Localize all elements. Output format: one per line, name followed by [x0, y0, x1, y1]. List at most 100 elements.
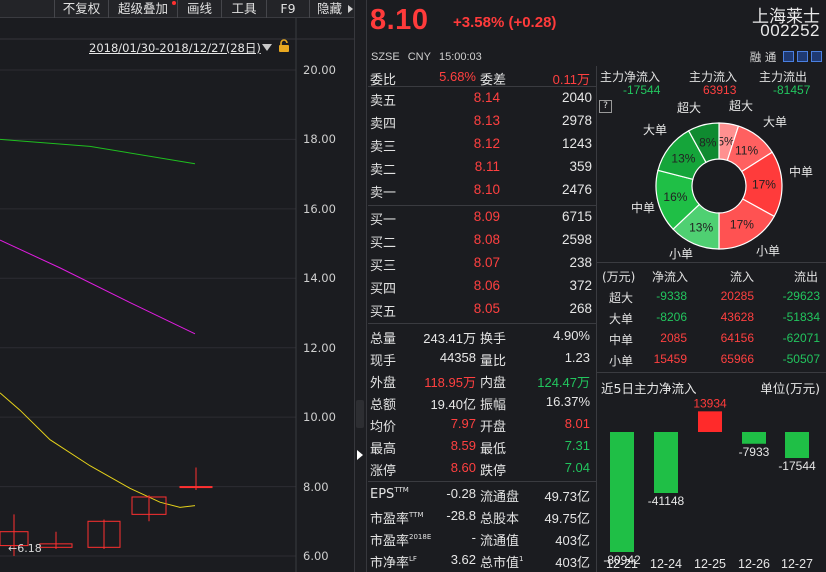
y-tick-label: 20.00	[303, 63, 336, 77]
toolbar-button-4[interactable]: F9	[266, 0, 309, 18]
ask-volume: 2476	[561, 182, 592, 197]
fundamental-value: 3.62	[450, 552, 476, 567]
quote-meta: SZSE CNY 15:00:03	[371, 51, 490, 63]
bid-price: 8.08	[473, 232, 500, 247]
net-inflow-bar	[785, 432, 809, 459]
bid-label: 买四	[370, 282, 397, 297]
quote-header: 8.10 +3.58% (+0.28) 上海莱士 002252 SZSE CNY 1…	[368, 0, 826, 66]
fundamental-value: -0.28	[446, 486, 476, 501]
notification-dot	[172, 1, 176, 5]
arrow-right-icon	[348, 5, 353, 13]
stat-value: 124.47万	[537, 375, 590, 390]
ask-label: 卖三	[370, 140, 397, 155]
ask-label: 卖二	[370, 163, 397, 178]
ma-line-magenta	[0, 239, 196, 335]
add-icon[interactable]	[811, 51, 822, 62]
fundamental-value: 403亿	[555, 555, 590, 570]
stat-label: 振幅	[480, 398, 507, 413]
kline-chart[interactable]: 不复权 超级叠加 画线 工具 F9 隐藏 2018/01/30-2018/12/27(28…	[0, 0, 355, 572]
table-header: 净流入	[652, 270, 689, 284]
stat-row: 最高 8.59 最低 7.31	[368, 435, 596, 458]
fund-flow-value: -81457	[773, 83, 811, 97]
stat-row: 涨停 8.60 跌停 7.04	[368, 457, 596, 480]
lock-icon[interactable]	[277, 39, 291, 53]
stat-value: 7.04	[564, 460, 590, 475]
toolbar-button-2[interactable]: 画线	[177, 0, 221, 18]
donut-outer-label: 小单	[756, 244, 780, 258]
y-tick-label: 8.00	[303, 479, 329, 494]
fund-flow-value: -17544	[623, 83, 661, 97]
net-inflow-date: 12-26	[738, 557, 770, 571]
note-icon[interactable]	[797, 51, 808, 62]
bid-label: 买五	[370, 305, 397, 320]
ask-volume: 1243	[561, 136, 592, 151]
stat-value: 8.59	[450, 438, 476, 453]
toolbar-button-0[interactable]: 不复权	[54, 0, 108, 18]
chevron-down-icon[interactable]	[262, 44, 272, 51]
edit-icon[interactable]	[783, 51, 794, 62]
divider	[368, 323, 596, 324]
table-row-label: 小单	[609, 354, 634, 368]
net-inflow-bar	[698, 411, 722, 432]
kline-plot[interactable]	[0, 18, 355, 572]
toolbar-button-1[interactable]: 超级叠加	[108, 0, 177, 18]
fundamental-label-text: 总市值	[480, 556, 520, 571]
fundamental-value: -	[471, 530, 476, 545]
stat-label: 最高	[370, 442, 397, 457]
fundamental-row: 市盈率TTM -28.8 总股本 49.75亿	[368, 505, 596, 528]
ask-price: 8.11	[474, 159, 500, 174]
donut-outer-label: 小单	[669, 247, 693, 261]
stat-value: 7.31	[564, 438, 590, 453]
table-in: 20285	[720, 289, 754, 303]
bid-label: 买二	[370, 236, 397, 251]
stock-code: 002252	[760, 21, 820, 40]
expand-arrow-icon[interactable]	[357, 450, 363, 460]
fundamental-row: 市净率LF 3.62 总市值1 403亿	[368, 549, 596, 572]
fundamental-label-sup: 1	[519, 555, 524, 563]
bid-price: 8.07	[473, 255, 500, 270]
table-in: 64156	[720, 331, 754, 345]
donut-outer-label: 超大	[729, 98, 753, 113]
stat-row: 外盘 118.95万 内盘 124.47万	[368, 369, 596, 392]
table-out: -50507	[782, 352, 820, 366]
bid-row: 买三 8.07 238	[368, 252, 596, 275]
toolbar-button-3[interactable]: 工具	[221, 0, 266, 18]
fund-flow-donut: 5%超大11%大单17%中单17%小单13%小单16%中单13%大单8%超大	[631, 98, 813, 261]
bid-row: 买一 8.09 6715	[368, 206, 596, 229]
net-inflow-bar-chart: -8094212-21-4114812-241393412-25-793312-…	[603, 396, 816, 571]
stat-label: 外盘	[370, 376, 397, 391]
fundamental-value: 49.75亿	[544, 511, 590, 526]
donut-outer-label: 中单	[631, 200, 655, 215]
net-inflow-value: -41148	[648, 494, 685, 508]
panel-divider	[354, 0, 367, 572]
y-tick-label: 10.00	[303, 410, 336, 425]
fundamental-label-text: 总股本	[480, 512, 520, 527]
stat-row: 总量 243.41万 换手 4.90%	[368, 325, 596, 348]
net-inflow-unit: 单位(万元)	[760, 381, 820, 396]
stat-value: 1.23	[564, 350, 590, 365]
stat-value: 8.01	[564, 416, 590, 431]
ask-volume: 359	[569, 159, 592, 174]
y-tick-label: 6.00	[303, 549, 329, 563]
fundamental-row: 市盈率2018E - 流通值 403亿	[368, 527, 596, 550]
stat-label: 总额	[370, 398, 397, 413]
chart-toolbar: 不复权 超级叠加 画线 工具 F9 隐藏	[0, 0, 355, 18]
fundamental-label: 总市值1	[480, 552, 523, 571]
fundamental-value: -28.8	[446, 508, 476, 523]
fundamental-label: 总股本	[480, 508, 519, 527]
donut-slice-label: 11%	[735, 143, 758, 157]
date-range-selector[interactable]: 2018/01/30-2018/12/27(28日)	[89, 40, 261, 56]
stat-row: 均价 7.97 开盘 8.01	[368, 413, 596, 436]
donut-slice-label: 16%	[663, 190, 687, 204]
toolbar-button-5[interactable]: 隐藏	[309, 0, 355, 18]
toolbar-button-label: 超级叠加	[117, 1, 168, 16]
net-inflow-bar	[654, 432, 678, 494]
candle-body	[179, 486, 213, 489]
fundamental-label-text: 流通值	[480, 534, 520, 549]
toolbar-button-label: 画线	[186, 1, 212, 16]
stat-label: 跌停	[480, 464, 507, 479]
fundamental-label-text: 市净率	[370, 556, 410, 571]
scroll-handle[interactable]	[356, 400, 364, 428]
y-tick-label: 12.00	[303, 340, 336, 355]
weibi-value: 5.68%	[439, 69, 476, 84]
